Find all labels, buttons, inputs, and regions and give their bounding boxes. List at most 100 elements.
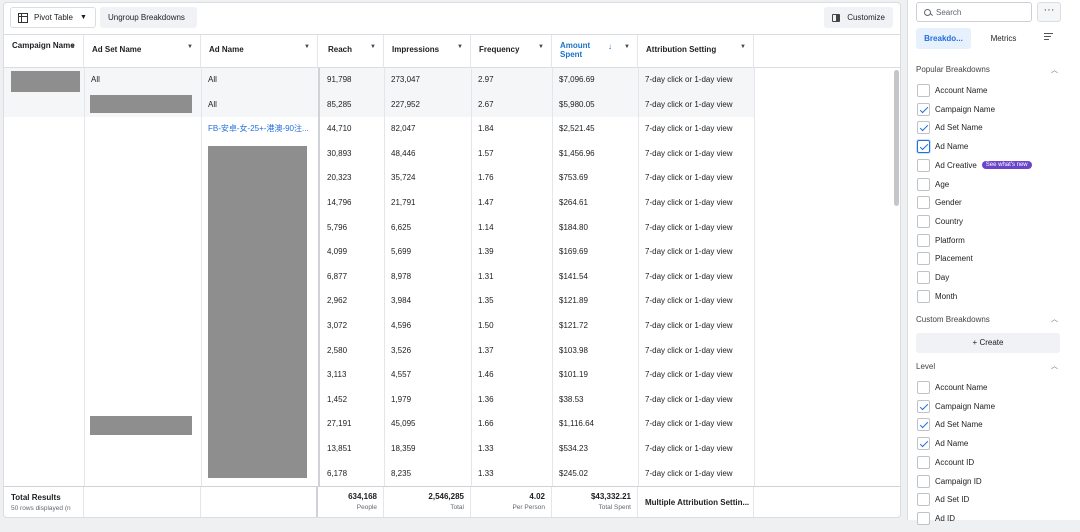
cell-impressions: 6,625 xyxy=(391,222,412,232)
chevron-up-icon[interactable]: ︿ xyxy=(1051,314,1058,324)
chevron-up-icon[interactable]: ︿ xyxy=(1051,361,1058,371)
column-header-ad-set-name[interactable]: Ad Set Name ▼ xyxy=(84,35,201,68)
popular-option-campaign-name[interactable]: Campaign Name xyxy=(917,102,1067,117)
cell-attribution: 7-day click or 1-day view xyxy=(645,198,733,207)
checkbox-icon[interactable] xyxy=(917,289,930,303)
popular-option-ad-creative[interactable]: Ad Creative See what's new xyxy=(917,158,1067,173)
checkbox-icon[interactable] xyxy=(917,233,930,247)
column-header-frequency[interactable]: Frequency ▼ xyxy=(471,35,552,68)
popular-option-platform[interactable]: Platform xyxy=(917,233,1067,248)
pivot-table-dropdown[interactable]: Pivot Table ▼ xyxy=(10,7,96,28)
level-option-campaign-name[interactable]: Campaign Name xyxy=(917,399,1067,414)
checkbox-icon[interactable] xyxy=(917,474,930,488)
cell-amount: $245.02 xyxy=(559,468,588,478)
table-row[interactable]: 2,580 3,526 1.37 $103.98 7-day click or 1-da… xyxy=(4,339,754,364)
ungroup-breakdowns-button[interactable]: Ungroup Breakdowns xyxy=(100,7,197,28)
tab-metrics[interactable]: Metrics xyxy=(976,28,1031,49)
cell-attribution: 7-day click or 1-day view xyxy=(645,394,733,404)
cell-reach: 2,962 xyxy=(327,296,348,306)
popular-option-account-name[interactable]: Account Name xyxy=(917,83,1067,98)
table-row[interactable]: 6,877 8,978 1.31 $141.54 7-day click or 1-da… xyxy=(4,265,754,290)
column-menu-icon[interactable]: ▼ xyxy=(740,43,746,52)
checkbox-icon[interactable] xyxy=(917,214,930,228)
level-option-ad-name[interactable]: Ad Name xyxy=(917,436,1067,451)
table-row[interactable]: All All 91,798 273,047 2.97 $7,096.69 7-day cl… xyxy=(4,68,754,93)
option-label: Age xyxy=(935,179,950,189)
checkbox-checked-icon[interactable] xyxy=(917,437,930,451)
table-row[interactable]: 4,099 5,699 1.39 $169.69 7-day click or 1-da… xyxy=(4,240,754,265)
cell-attribution: 7-day click or 1-day view xyxy=(645,345,733,355)
checkbox-icon[interactable] xyxy=(917,84,930,97)
checkbox-icon[interactable] xyxy=(917,271,930,284)
tab-breakdowns[interactable]: Breakdo... xyxy=(916,28,971,49)
more-options-button[interactable]: ··· xyxy=(1037,2,1061,22)
popular-option-gender[interactable]: Gender xyxy=(917,195,1067,210)
column-menu-icon[interactable]: ▼ xyxy=(538,43,544,52)
customize-label: Customize xyxy=(847,13,885,22)
sort-lines-icon[interactable] xyxy=(1044,33,1053,42)
cell-amount: $141.54 xyxy=(559,271,588,281)
checkbox-icon[interactable] xyxy=(917,177,930,191)
sort-descending-icon[interactable]: ↓ xyxy=(608,42,612,51)
table-row[interactable]: 2,962 3,984 1.35 $121.89 7-day click or 1-da… xyxy=(4,289,754,314)
column-menu-icon[interactable]: ▼ xyxy=(304,43,310,52)
checkbox-checked-icon[interactable] xyxy=(917,399,930,413)
column-header-ad-name[interactable]: Ad Name ▼ xyxy=(201,35,318,68)
chevron-up-icon[interactable]: ︿ xyxy=(1051,65,1058,75)
column-menu-icon[interactable]: ▼ xyxy=(457,43,463,52)
level-option-campaign-id[interactable]: Campaign ID xyxy=(917,474,1067,489)
checkbox-checked-icon[interactable] xyxy=(917,418,930,432)
popular-option-age[interactable]: Age xyxy=(917,177,1067,192)
table-row[interactable]: 6,178 8,235 1.33 $245.02 7-day click or 1-da… xyxy=(4,462,754,486)
cell-impressions: 1,979 xyxy=(391,394,412,404)
column-menu-icon[interactable]: ▼ xyxy=(370,43,376,52)
create-breakdown-button[interactable]: + Create xyxy=(916,333,1060,353)
table-row[interactable]: 3,113 4,557 1.46 $101.19 7-day click or 1-da… xyxy=(4,363,754,388)
popular-option-ad-name[interactable]: Ad Name xyxy=(917,139,1067,154)
column-menu-icon[interactable]: ▼ xyxy=(187,43,193,52)
checkbox-icon[interactable] xyxy=(917,455,930,469)
table-row[interactable]: 14,796 21,791 1.47 $264.61 7-day click or 1-… xyxy=(4,191,754,216)
level-option-account-name[interactable]: Account Name xyxy=(917,380,1067,395)
column-header-reach[interactable]: Reach ▼ xyxy=(320,35,384,68)
column-header-attribution-setting[interactable]: Attribution Setting ▼ xyxy=(638,35,754,68)
checkbox-icon[interactable] xyxy=(917,493,930,507)
checkbox-icon[interactable] xyxy=(917,158,930,172)
level-option-account-id[interactable]: Account ID xyxy=(917,455,1067,470)
column-header-impressions[interactable]: Impressions ▼ xyxy=(384,35,471,68)
checkbox-icon[interactable] xyxy=(917,252,930,266)
checkbox-checked-icon[interactable] xyxy=(917,140,930,154)
table-row[interactable]: FB-安卓-女-25+-港澳-90注... 44,710 82,047 1.84 $2,… xyxy=(4,117,754,142)
level-option-ad-set-id[interactable]: Ad Set ID xyxy=(917,492,1067,507)
table-row[interactable]: 20,323 35,724 1.76 $753.69 7-day click or 1-… xyxy=(4,166,754,191)
table-row[interactable]: 5,796 6,625 1.14 $184.80 7-day click or 1-da… xyxy=(4,216,754,241)
table-row[interactable]: 13,851 18,359 1.33 $534.23 7-day click or 1-… xyxy=(4,437,754,462)
column-header-campaign-name[interactable]: Campaign Name ▼ xyxy=(4,35,84,68)
search-input[interactable]: Search xyxy=(916,2,1032,22)
table-row[interactable]: 30,893 48,446 1.57 $1,456.96 7-day click or … xyxy=(4,142,754,167)
checkbox-icon[interactable] xyxy=(917,381,930,394)
popular-option-day[interactable]: Day xyxy=(917,270,1067,285)
popular-option-month[interactable]: Month xyxy=(917,289,1067,304)
cell-attribution: 7-day click or 1-day view xyxy=(645,444,733,453)
column-menu-icon[interactable]: ▼ xyxy=(624,43,630,52)
column-header-amount-spent[interactable]: Amount Spent ↓ ▼ xyxy=(552,35,638,68)
checkbox-icon[interactable] xyxy=(917,511,930,525)
scrollbar-thumb[interactable] xyxy=(894,70,899,206)
level-title: Level xyxy=(916,362,936,371)
level-option-ad-set-name[interactable]: Ad Set Name xyxy=(917,417,1067,432)
table-row[interactable]: 1,452 1,979 1.36 $38.53 7-day click or 1-day… xyxy=(4,388,754,413)
checkbox-checked-icon[interactable] xyxy=(917,102,930,116)
cell-ad[interactable]: FB-安卓-女-25+-港澳-90注... xyxy=(201,117,318,142)
popular-option-country[interactable]: Country xyxy=(917,214,1067,229)
popular-option-ad-set-name[interactable]: Ad Set Name xyxy=(917,120,1067,135)
customize-button[interactable]: Customize xyxy=(824,7,893,28)
checkbox-checked-icon[interactable] xyxy=(917,121,930,135)
table-row[interactable]: 3,072 4,596 1.50 $121.72 7-day click or 1-da… xyxy=(4,314,754,339)
popular-option-placement[interactable]: Placement xyxy=(917,251,1067,266)
level-option-ad-id[interactable]: Ad ID xyxy=(917,511,1067,526)
see-whats-new-badge[interactable]: See what's new xyxy=(981,161,1032,170)
column-menu-icon[interactable]: ▼ xyxy=(70,43,76,52)
option-label: Account ID xyxy=(935,457,975,467)
checkbox-icon[interactable] xyxy=(917,196,930,210)
